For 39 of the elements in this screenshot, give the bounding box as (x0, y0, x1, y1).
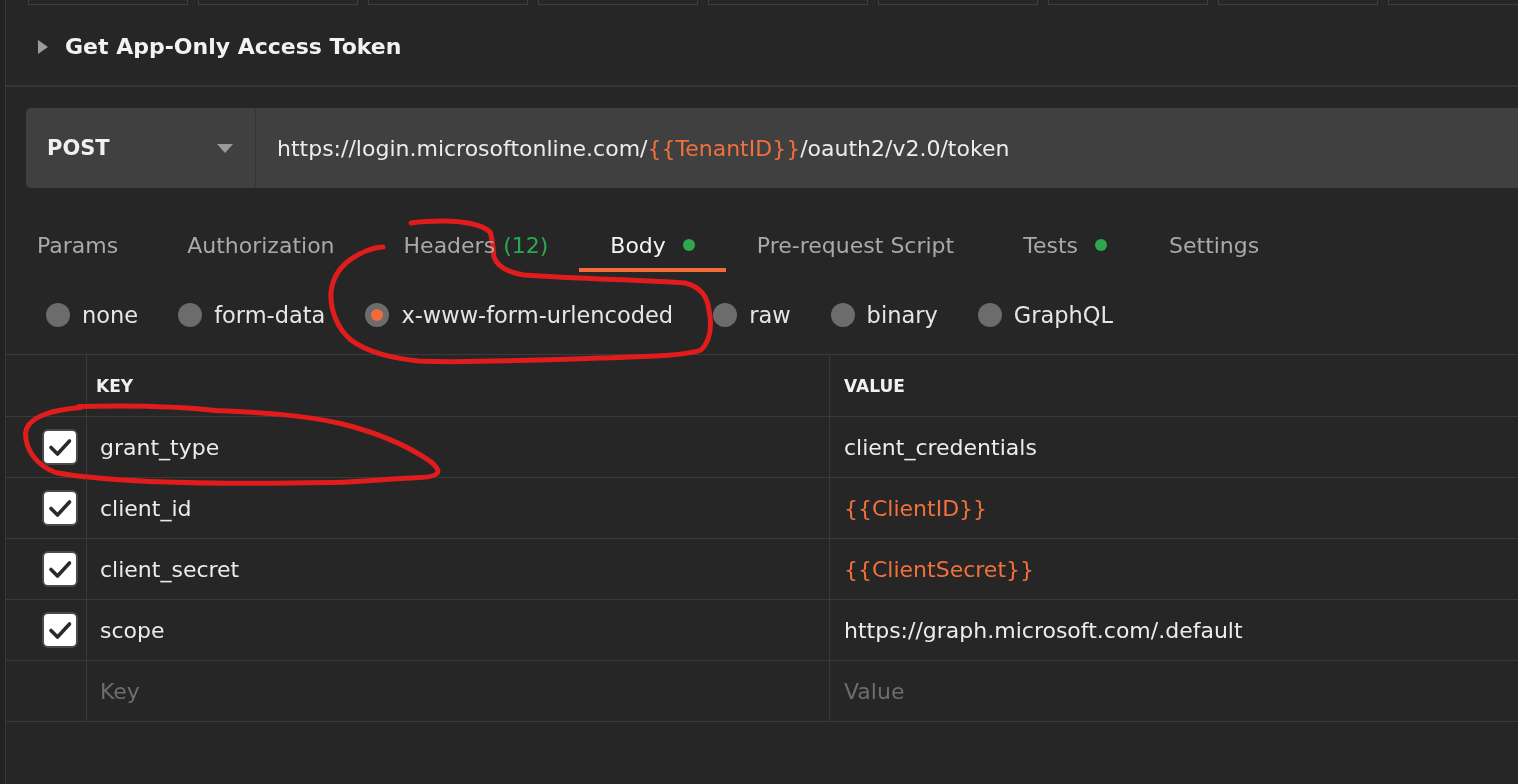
value-cell: client_credentials (844, 434, 1037, 460)
radio-button[interactable] (830, 303, 855, 327)
key-cell: scope (100, 617, 165, 643)
radio-button[interactable] (178, 303, 203, 327)
value-cell: {{ClientSecret}} (844, 556, 1034, 582)
key-cell: client_id (100, 495, 192, 521)
caret-icon (217, 143, 233, 153)
tab[interactable]: Pre-request Script (725, 218, 993, 272)
value-cell: {{ClientID}} (844, 495, 988, 521)
method-dropdown[interactable]: POST (26, 108, 256, 188)
value-input[interactable]: Value (830, 661, 1518, 721)
radio-label[interactable]: GraphQL (1013, 302, 1114, 328)
checkbox[interactable] (42, 429, 78, 465)
value-cell: https://graph.microsoft.com/.default (844, 617, 1243, 643)
column-header: VALUE (844, 375, 905, 396)
tab[interactable]: Tests (992, 218, 1138, 272)
tab[interactable]: Params (6, 218, 157, 272)
key-cell: grant_type (100, 434, 220, 460)
radio-button[interactable] (977, 303, 1002, 327)
radio-label[interactable]: none (82, 302, 139, 328)
radio-label[interactable]: form-data (214, 302, 326, 328)
tab[interactable]: Settings (1138, 218, 1298, 272)
url-field[interactable]: https://login.microsoftonline.com/{{TenantID}}/oauth2/v2.0/token (256, 108, 1518, 188)
checkbox[interactable] (42, 612, 78, 648)
radio-label[interactable]: raw (749, 302, 791, 328)
column-header: KEY (96, 375, 134, 396)
request-title: Get App-Only Access Token (65, 34, 402, 59)
key-input[interactable]: Key (87, 661, 829, 721)
tab[interactable]: Authorization (156, 218, 373, 272)
tab[interactable]: Body (579, 218, 726, 272)
radio-button[interactable] (713, 303, 738, 327)
checkbox[interactable] (42, 551, 78, 587)
radio-button[interactable] (46, 303, 70, 327)
radio-label[interactable]: binary (866, 302, 938, 328)
radio-label[interactable]: x-www-form-urlencoded (401, 302, 674, 328)
key-cell: client_secret (100, 556, 240, 582)
checkbox[interactable] (42, 490, 78, 526)
radio-button[interactable] (365, 303, 390, 327)
caret-icon[interactable] (38, 39, 48, 54)
